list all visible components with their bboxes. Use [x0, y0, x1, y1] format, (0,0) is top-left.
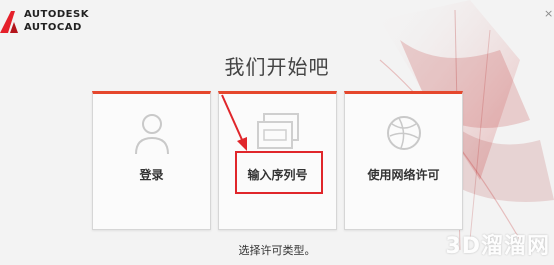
highlight-box — [235, 151, 323, 194]
brand-line1: AUTODESK — [24, 9, 89, 20]
autodesk-a-icon — [0, 11, 18, 33]
card-label-network-license: 使用网络许可 — [367, 168, 440, 182]
page-title: 我们开始吧 — [224, 55, 330, 79]
card-network-license[interactable]: 使用网络许可 — [344, 91, 463, 230]
brand-line2: AUTOCAD — [24, 22, 82, 33]
card-sign-in[interactable]: 登录 — [92, 91, 211, 230]
user-icon — [134, 114, 169, 155]
autodesk-logo: AUTODESK AUTOCAD — [0, 3, 90, 37]
network-globe-icon — [386, 116, 421, 150]
serial-window-icon — [256, 113, 299, 149]
watermark: 3D溜溜网 — [445, 234, 550, 259]
card-label-sign-in: 登录 — [139, 168, 164, 182]
close-icon[interactable]: × — [544, 7, 554, 21]
